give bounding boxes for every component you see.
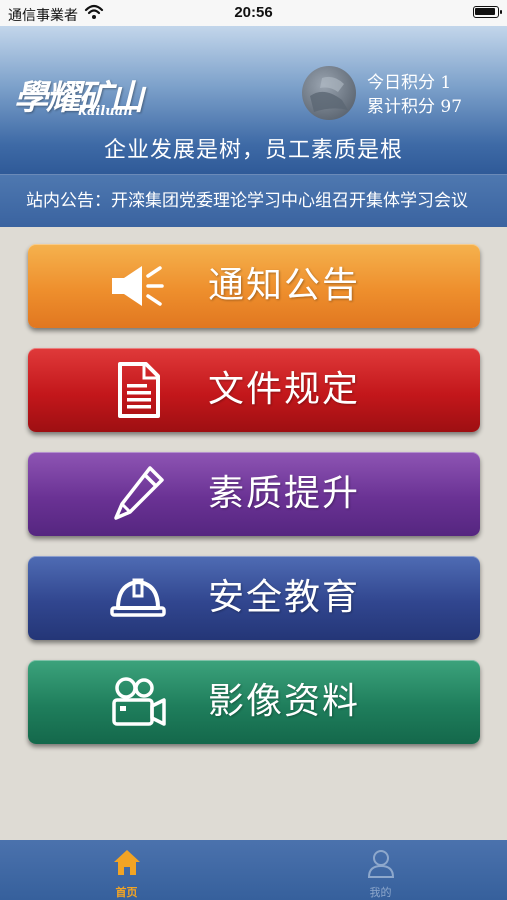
logo-subtitle: kailuan bbox=[78, 104, 133, 119]
tab-bar: 首页 我的 bbox=[0, 840, 507, 900]
pen-icon bbox=[114, 466, 164, 520]
files-label: 文件规定 bbox=[208, 369, 361, 410]
app-logo: 學耀矿山 kailuan bbox=[14, 70, 144, 119]
home-icon bbox=[114, 850, 140, 875]
safety-label: 安全教育 bbox=[208, 577, 361, 618]
quality-button[interactable]: 素质提升 bbox=[28, 452, 480, 536]
slogan: 企业发展是树，员工素质是根 bbox=[103, 138, 403, 163]
status-bar: 通信事業者 20:56 bbox=[0, 0, 507, 26]
quality-label: 素质提升 bbox=[208, 473, 361, 514]
avatar[interactable] bbox=[302, 66, 356, 120]
notice-button[interactable]: 通知公告 bbox=[28, 244, 480, 328]
notice-label: 通知公告 bbox=[208, 265, 361, 306]
battery-icon bbox=[473, 6, 502, 18]
tab-mine[interactable]: 我的 bbox=[254, 840, 507, 900]
tab-home[interactable]: 首页 bbox=[0, 840, 253, 900]
document-icon bbox=[118, 362, 160, 418]
megaphone-icon bbox=[112, 266, 164, 306]
score-today: 今日积分 1 bbox=[367, 73, 452, 93]
status-time: 20:56 bbox=[234, 4, 273, 21]
tab-mine-label: 我的 bbox=[369, 886, 392, 899]
announcement-text[interactable]: 站内公告：开滦集团党委理论学习中心组召开集体学习会议 bbox=[26, 175, 486, 227]
score-total: 累计积分 97 bbox=[367, 97, 463, 117]
video-camera-icon bbox=[112, 677, 166, 726]
media-label: 影像资料 bbox=[208, 681, 361, 722]
announcement-bar[interactable]: 站内公告：开滦集团党委理论学习中心组召开集体学习会议 bbox=[0, 174, 507, 227]
hardhat-icon bbox=[110, 578, 166, 617]
tab-home-label: 首页 bbox=[115, 886, 138, 899]
safety-button[interactable]: 安全教育 bbox=[28, 556, 480, 640]
files-button[interactable]: 文件规定 bbox=[28, 348, 480, 432]
header: 學耀矿山 kailuan 今日积分 1 累计积分 97 企业发展是树，员工素质是… bbox=[0, 26, 507, 174]
person-icon bbox=[367, 850, 395, 878]
media-button[interactable]: 影像资料 bbox=[28, 660, 480, 744]
